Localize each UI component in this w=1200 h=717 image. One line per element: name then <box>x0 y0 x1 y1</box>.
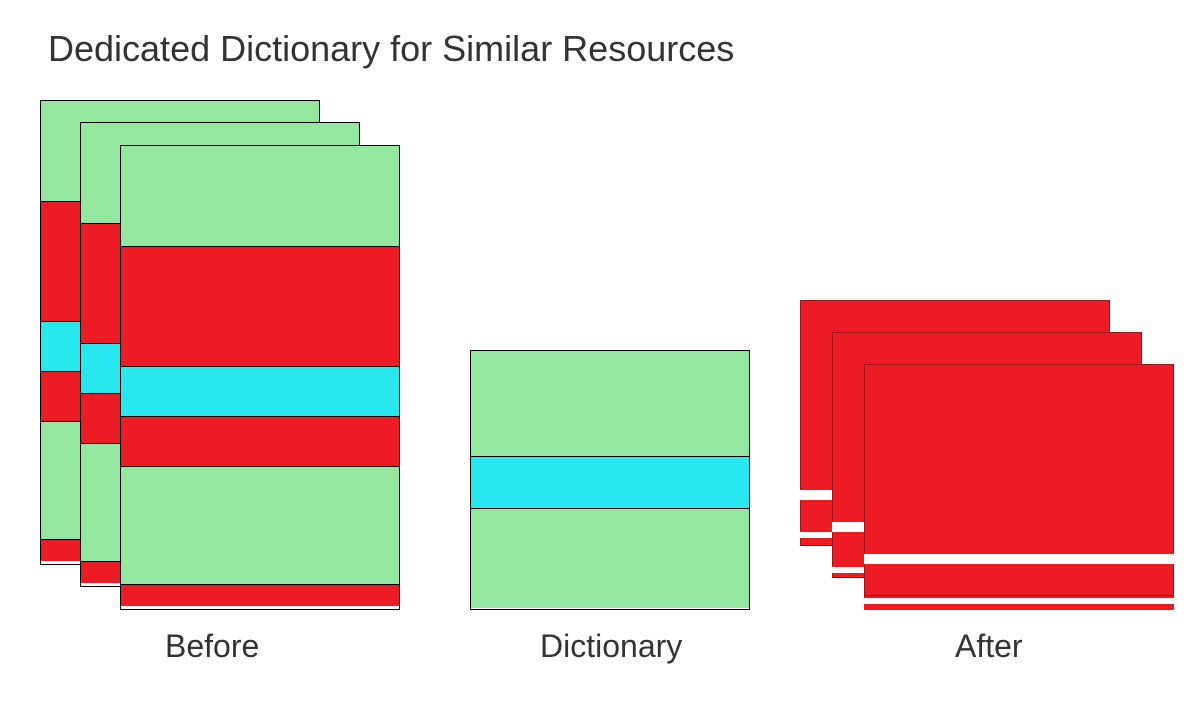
label-dictionary: Dictionary <box>540 628 682 665</box>
label-before: Before <box>165 628 259 665</box>
dictionary-card <box>470 350 750 610</box>
label-after: After <box>955 628 1023 665</box>
after-stack <box>800 300 1180 620</box>
before-card-front <box>120 145 400 610</box>
page-title: Dedicated Dictionary for Similar Resourc… <box>48 28 734 70</box>
before-stack <box>40 100 400 610</box>
